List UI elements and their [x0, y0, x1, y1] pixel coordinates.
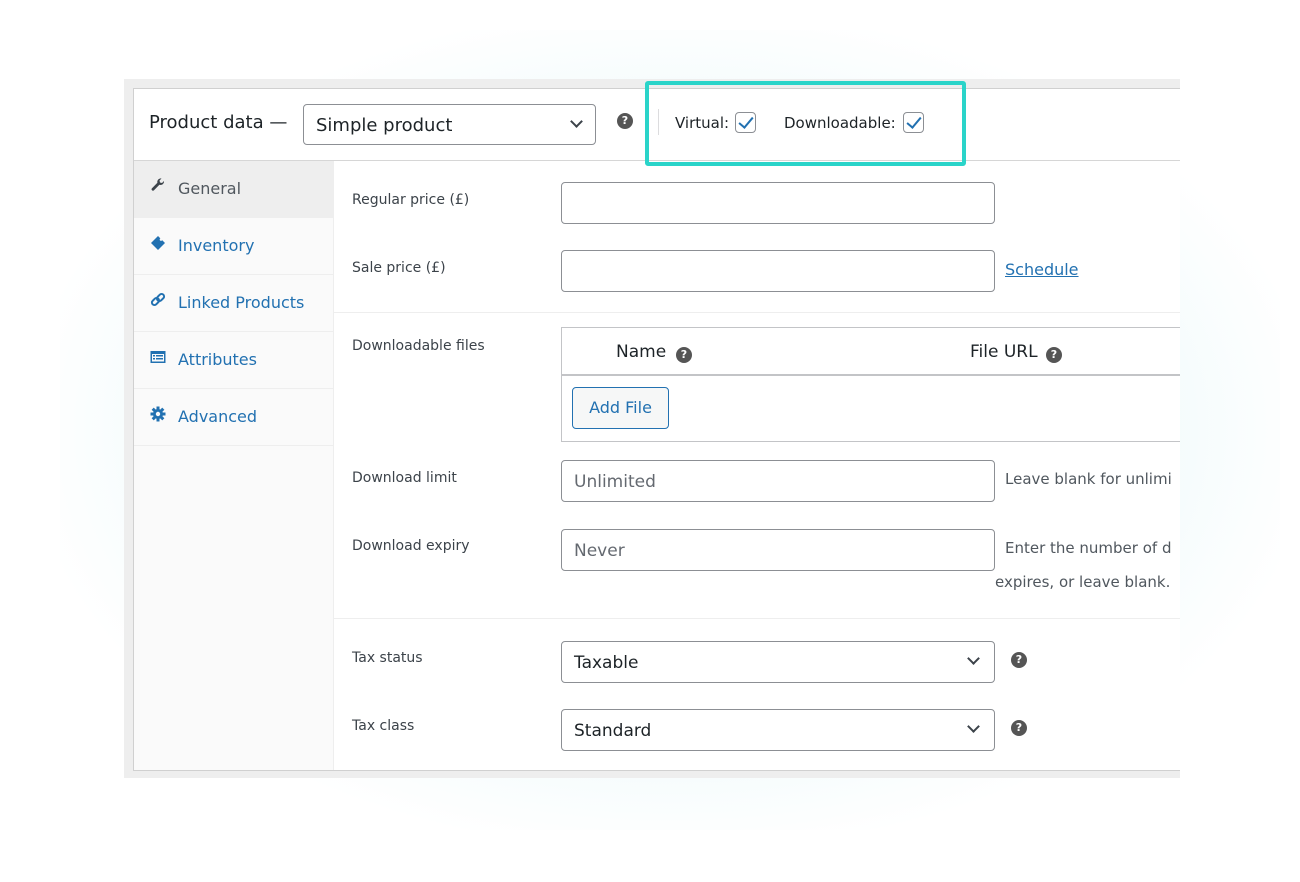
- section-divider: [334, 312, 1180, 313]
- general-tab-panel: Regular price (£) Sale price (£) Schedul…: [334, 161, 1180, 770]
- downloadable-checkbox[interactable]: [903, 112, 924, 133]
- tag-icon: [150, 235, 166, 251]
- product-type-select[interactable]: Simple product: [303, 104, 596, 145]
- downloadable-files-table: Name ? File URL ? Add File: [561, 327, 1180, 442]
- download-expiry-placeholder: Never: [574, 541, 625, 561]
- tax-class-select[interactable]: Standard: [561, 709, 995, 751]
- tab-advanced[interactable]: Advanced: [134, 389, 333, 446]
- download-limit-label: Download limit: [352, 470, 457, 486]
- column-file-url: File URL: [970, 342, 1038, 362]
- virtual-label: Virtual:: [675, 114, 730, 132]
- download-limit-input[interactable]: Unlimited: [561, 460, 995, 502]
- tax-status-value: Taxable: [574, 653, 639, 673]
- file-url-help-icon[interactable]: ?: [1046, 347, 1062, 363]
- download-expiry-input[interactable]: Never: [561, 529, 995, 571]
- link-icon: [150, 292, 166, 308]
- gear-icon: [150, 406, 166, 422]
- sale-price-label: Sale price (£): [352, 260, 446, 276]
- download-limit-description: Leave blank for unlimi: [1005, 470, 1172, 488]
- add-file-button[interactable]: Add File: [572, 387, 669, 429]
- schedule-link[interactable]: Schedule: [1005, 260, 1079, 279]
- tax-status-select[interactable]: Taxable: [561, 641, 995, 683]
- help-icon[interactable]: ?: [617, 113, 633, 129]
- product-data-title: Product data —: [149, 112, 288, 133]
- tab-linked-products-label: Linked Products: [178, 293, 305, 312]
- tab-inventory[interactable]: Inventory: [134, 218, 333, 275]
- tab-general[interactable]: General: [134, 161, 333, 218]
- product-data-tabs: General Inventory Linked Products Attrib…: [134, 161, 334, 770]
- virtual-checkbox[interactable]: [735, 112, 756, 133]
- name-help-icon[interactable]: ?: [676, 347, 692, 363]
- sale-price-input[interactable]: [561, 250, 995, 292]
- section-divider: [334, 618, 1180, 619]
- download-expiry-label: Download expiry: [352, 538, 470, 554]
- chevron-down-icon: [570, 115, 583, 128]
- product-type-value: Simple product: [316, 115, 453, 136]
- regular-price-input[interactable]: [561, 182, 995, 224]
- tab-attributes-label: Attributes: [178, 350, 257, 369]
- downloadable-label: Downloadable:: [784, 114, 896, 132]
- header-separator: [658, 109, 659, 135]
- files-table-header: Name ? File URL ?: [562, 328, 1180, 376]
- product-data-header: Product data — Simple product ? Virtual:…: [134, 89, 1180, 161]
- tax-class-label: Tax class: [352, 718, 415, 734]
- regular-price-label: Regular price (£): [352, 192, 470, 208]
- chevron-down-icon: [967, 720, 980, 733]
- tax-status-label: Tax status: [352, 650, 423, 666]
- download-expiry-description-line2: expires, or leave blank.: [995, 573, 1171, 591]
- tab-linked-products[interactable]: Linked Products: [134, 275, 333, 332]
- tax-status-help-icon[interactable]: ?: [1011, 652, 1027, 668]
- chevron-down-icon: [967, 652, 980, 665]
- tab-attributes[interactable]: Attributes: [134, 332, 333, 389]
- tab-inventory-label: Inventory: [178, 236, 255, 255]
- download-expiry-description-line1: Enter the number of d: [1005, 539, 1172, 557]
- downloadable-files-label: Downloadable files: [352, 338, 485, 354]
- tax-class-help-icon[interactable]: ?: [1011, 720, 1027, 736]
- list-card-icon: [150, 349, 166, 365]
- wrench-icon: [150, 178, 166, 194]
- tab-advanced-label: Advanced: [178, 407, 258, 426]
- column-name: Name: [616, 342, 667, 362]
- download-limit-placeholder: Unlimited: [574, 472, 656, 492]
- tax-class-value: Standard: [574, 721, 652, 741]
- product-data-panel: Product data — Simple product ? Virtual:…: [133, 88, 1180, 771]
- tab-general-label: General: [178, 179, 242, 198]
